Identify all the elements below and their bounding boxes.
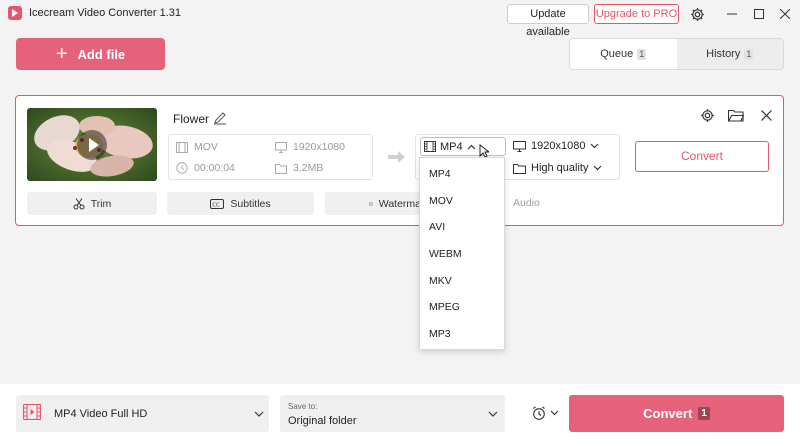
chevron-down-icon xyxy=(254,411,264,417)
source-format: MOV xyxy=(176,141,218,153)
schedule-button[interactable] xyxy=(532,405,560,421)
save-to-value: Original folder xyxy=(288,415,357,427)
format-option-avi[interactable]: AVI xyxy=(429,221,445,233)
app-title: Icecream Video Converter 1.31 xyxy=(29,7,182,19)
chevron-down-icon xyxy=(594,165,602,171)
source-duration-label: 00:00:04 xyxy=(194,162,235,174)
film-icon xyxy=(424,141,436,152)
title-bar: Icecream Video Converter 1.31 Update ava… xyxy=(0,0,800,38)
format-select-value: MP4 xyxy=(440,140,463,153)
format-option-mp4[interactable]: MP4 xyxy=(429,168,451,180)
tab-queue-count: 1 xyxy=(637,48,647,60)
format-option-mpeg[interactable]: MPEG xyxy=(429,301,460,313)
monitor-icon xyxy=(275,141,287,153)
queue-history-tabs: Queue 1 History 1 xyxy=(569,38,784,70)
file-name: Flower xyxy=(173,112,210,126)
format-option-mkv[interactable]: MKV xyxy=(429,275,452,287)
subtitles-label: Subtitles xyxy=(230,197,271,210)
source-size: 3.2MB xyxy=(275,162,323,174)
save-to-caption: Save to: xyxy=(288,402,318,411)
chevron-down-icon xyxy=(591,143,599,149)
convert-all-button[interactable]: Convert 1 xyxy=(569,395,784,432)
play-icon[interactable] xyxy=(77,130,107,160)
chevron-up-icon xyxy=(467,144,476,149)
format-option-mp3[interactable]: MP3 xyxy=(429,328,451,340)
watermark-label: Waterma xyxy=(378,197,421,210)
app-logo-icon xyxy=(8,6,22,20)
chevron-down-icon xyxy=(488,411,498,417)
closed-captions-icon: CC xyxy=(210,198,225,209)
chevron-down-icon xyxy=(550,410,559,416)
format-option-mov[interactable]: MOV xyxy=(429,195,453,207)
folder-icon xyxy=(513,163,526,174)
settings-gear-icon[interactable] xyxy=(687,4,707,24)
quality-select[interactable]: High quality xyxy=(513,162,602,174)
tab-queue-label: Queue xyxy=(600,48,634,60)
subtitles-button[interactable]: CC Subtitles xyxy=(167,192,314,215)
edit-name-icon[interactable] xyxy=(213,111,227,125)
upgrade-to-pro-button[interactable]: Upgrade to PRO xyxy=(594,4,679,24)
remove-file-close-icon[interactable] xyxy=(758,107,774,123)
source-resolution: 1920x1080 xyxy=(275,141,345,153)
convert-all-label: Convert xyxy=(643,406,693,421)
resolution-select[interactable]: 1920x1080 xyxy=(513,140,599,152)
preset-select-value: MP4 Video Full HD xyxy=(54,408,148,420)
trim-label: Trim xyxy=(90,197,112,210)
minimize-icon[interactable] xyxy=(722,4,742,24)
scissors-icon xyxy=(73,197,85,209)
watermark-icon xyxy=(369,201,373,206)
quality-select-value: High quality xyxy=(531,162,589,174)
plus-icon: + xyxy=(55,43,68,65)
convert-file-button[interactable]: Convert xyxy=(635,141,769,172)
format-option-webm[interactable]: WEBM xyxy=(429,248,462,260)
arrow-right-icon xyxy=(388,150,406,164)
format-dropdown-menu: MP4 MOV AVI WEBM MKV MPEG MP3 xyxy=(419,157,505,350)
convert-all-count: 1 xyxy=(698,407,710,420)
trim-button[interactable]: Trim xyxy=(27,192,157,215)
source-format-label: MOV xyxy=(194,141,218,153)
file-settings-gear-icon[interactable] xyxy=(699,107,715,123)
clock-icon xyxy=(176,162,188,174)
monitor-icon xyxy=(513,140,526,152)
video-preset-icon xyxy=(23,404,41,420)
maximize-icon[interactable] xyxy=(749,4,769,24)
folder-icon xyxy=(275,163,287,174)
svg-text:CC: CC xyxy=(213,202,221,208)
tab-history[interactable]: History 1 xyxy=(677,39,784,69)
alarm-clock-icon xyxy=(533,406,545,420)
close-window-icon[interactable] xyxy=(775,4,795,24)
update-available-button[interactable]: Update available xyxy=(507,4,589,38)
source-size-label: 3.2MB xyxy=(293,162,324,174)
mouse-cursor-icon xyxy=(479,143,489,158)
video-thumbnail[interactable] xyxy=(27,108,157,181)
resolution-select-value: 1920x1080 xyxy=(531,140,586,152)
watermark-button[interactable]: Waterma xyxy=(325,192,421,215)
source-duration: 00:00:04 xyxy=(176,162,235,174)
tab-queue[interactable]: Queue 1 xyxy=(570,39,677,69)
add-file-button[interactable]: + Add file xyxy=(16,38,165,70)
format-select[interactable]: MP4 xyxy=(420,137,506,158)
tab-history-label: History xyxy=(706,48,741,60)
source-resolution-label: 1920x1080 xyxy=(293,141,345,153)
film-icon xyxy=(176,141,188,153)
open-folder-icon[interactable] xyxy=(728,107,744,123)
tab-history-count: 1 xyxy=(744,48,754,60)
add-file-label: Add file xyxy=(77,46,126,62)
audio-label[interactable]: Audio xyxy=(513,197,540,209)
file-card: Flower MOV 1920x1080 00:00:04 3.2MB MP4 … xyxy=(15,95,784,226)
